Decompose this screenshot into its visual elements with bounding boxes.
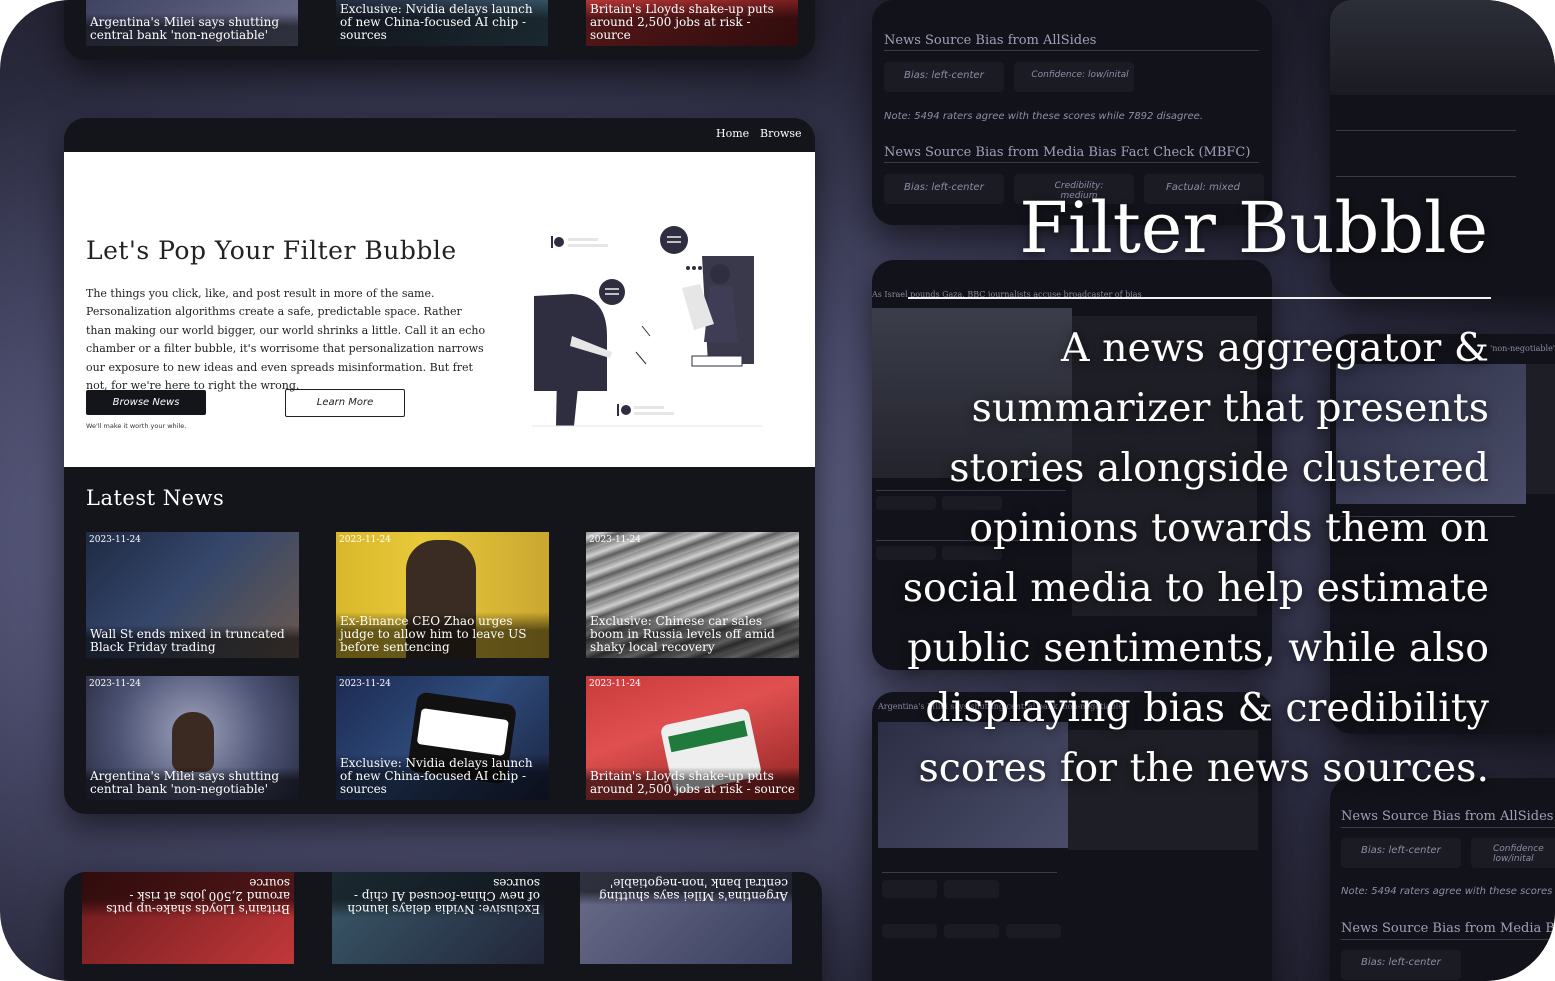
showcase-frame: Argentina's Milei says shutting central …	[0, 0, 1555, 981]
news-card[interactable]: Britain's Lloyds shake-up puts around 2,…	[82, 872, 294, 964]
product-tagline: A news aggregator & summarizer that pres…	[902, 325, 1489, 791]
news-card-title: Argentina's Milei says shutting central …	[580, 872, 792, 905]
news-date: 2023-11-24	[339, 535, 391, 545]
news-card-title: Britain's Lloyds shake-up puts around 2,…	[586, 767, 799, 800]
news-card[interactable]: Exclusive: Nvidia delays launch of new C…	[332, 872, 544, 964]
news-date: 2023-11-24	[339, 679, 391, 689]
mbfc-title: News Source Bias from Media B	[1341, 921, 1555, 936]
mbfc-bias: Bias: left-center	[1361, 957, 1441, 968]
news-card-title: Argentina's Milei says shutting central …	[86, 767, 299, 800]
news-card[interactable]: 2023-11-24 Argentina's Milei says shutti…	[86, 676, 299, 800]
product-title: Filter Bubble	[1019, 187, 1488, 269]
nav-home-link[interactable]: Home	[716, 127, 749, 140]
news-date: 2023-11-24	[589, 679, 641, 689]
news-card-title: Britain's Lloyds shake-up puts around 2,…	[586, 0, 798, 46]
news-card-title: Exclusive: Nvidia delays launch of new C…	[336, 0, 548, 46]
top-navbar: Home Browse	[64, 118, 815, 152]
top-news-strip: Argentina's Milei says shutting central …	[64, 0, 815, 60]
mbfc-bias: Bias: left-center	[904, 182, 984, 193]
news-date: 2023-11-24	[89, 535, 141, 545]
news-date: 2023-11-24	[589, 535, 641, 545]
nav-browse-link[interactable]: Browse	[760, 127, 802, 140]
news-card[interactable]: 2023-11-24 Wall St ends mixed in truncat…	[86, 532, 299, 658]
allsides-bias: Bias: left-center	[1361, 845, 1441, 856]
news-card-title: Wall St ends mixed in truncated Black Fr…	[86, 625, 299, 658]
filter-bubble-illustration	[532, 226, 762, 427]
news-card[interactable]: 2023-11-24 Ex-Binance CEO Zhao urges jud…	[336, 532, 549, 658]
allsides-confidence: Confidence low/inital	[1493, 844, 1544, 864]
title-divider	[908, 297, 1491, 299]
allsides-bias: Bias: left-center	[904, 70, 984, 81]
news-card[interactable]: Argentina's Milei says shutting central …	[86, 0, 298, 46]
hero-title: Let's Pop Your Filter Bubble	[86, 236, 457, 265]
main-app-window: Home Browse Let's Pop Your Filter Bubble…	[64, 118, 815, 814]
hero-note: We'll make it worth your while.	[86, 422, 187, 430]
mbfc-title: News Source Bias from Media Bias Fact Ch…	[884, 145, 1251, 160]
latest-news-heading: Latest News	[86, 486, 225, 510]
news-card[interactable]: 2023-11-24 Exclusive: Chinese car sales …	[586, 532, 799, 658]
news-card-title: Ex-Binance CEO Zhao urges judge to allow…	[336, 612, 549, 658]
hero-section: Let's Pop Your Filter Bubble The things …	[64, 152, 815, 467]
news-card-title: Argentina's Milei says shutting central …	[86, 13, 298, 46]
news-card[interactable]: Britain's Lloyds shake-up puts around 2,…	[586, 0, 798, 46]
news-date: 2023-11-24	[89, 679, 141, 689]
news-card[interactable]: Argentina's Milei says shutting central …	[580, 872, 792, 964]
news-card-title: Exclusive: Nvidia delays launch of new C…	[336, 754, 549, 800]
news-card-title: Britain's Lloyds shake-up puts around 2,…	[82, 872, 294, 918]
allsides-title: News Source Bias from AllSides	[1341, 809, 1554, 824]
bottom-news-strip: Argentina's Milei says shutting central …	[64, 872, 822, 981]
news-card[interactable]: 2023-11-24 Exclusive: Nvidia delays laun…	[336, 676, 549, 800]
news-card-title: Exclusive: Chinese car sales boom in Rus…	[586, 612, 799, 658]
allsides-note: Note: 5494 raters agree with these score…	[1341, 886, 1555, 897]
allsides-confidence: Confidence: low/inital	[1031, 70, 1129, 80]
news-card[interactable]: Exclusive: Nvidia delays launch of new C…	[336, 0, 548, 46]
side-headline: 'non-negotiable'	[1490, 344, 1555, 353]
allsides-note: Note: 5494 raters agree with these score…	[884, 111, 1203, 122]
browse-news-button[interactable]: Browse News	[86, 390, 206, 415]
learn-more-button[interactable]: Learn More	[285, 389, 405, 417]
bias-card-side: News Source Bias from AllSides Bias: lef…	[1330, 778, 1555, 981]
hero-description: The things you click, like, and post res…	[86, 287, 486, 393]
news-card[interactable]: 2023-11-24 Britain's Lloyds shake-up put…	[586, 676, 799, 800]
allsides-title: News Source Bias from AllSides	[884, 33, 1097, 48]
news-card-title: Exclusive: Nvidia delays launch of new C…	[332, 872, 544, 918]
